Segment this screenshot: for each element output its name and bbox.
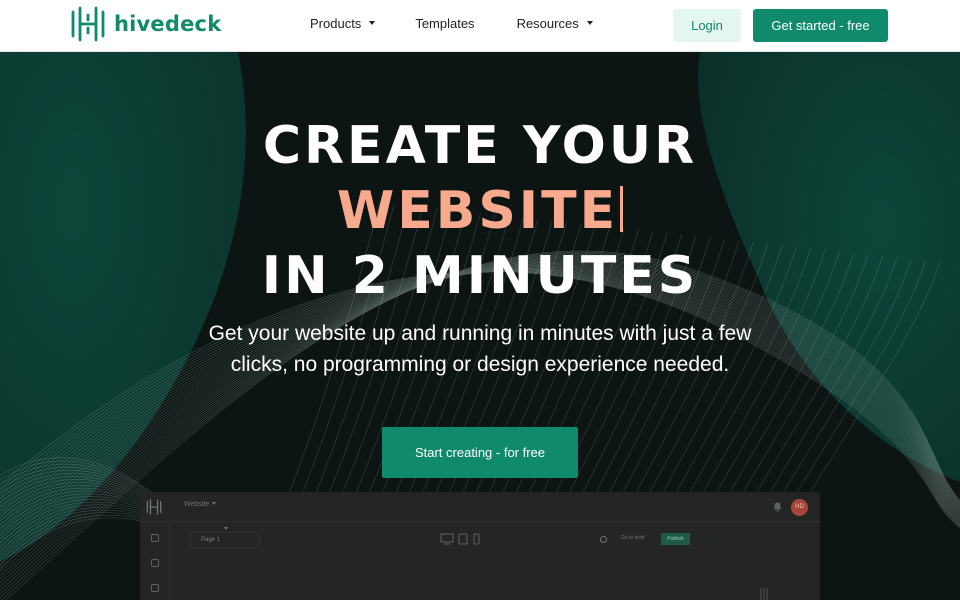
mobile-icon[interactable] [473, 533, 480, 545]
chevron-down-icon [586, 21, 593, 25]
globe-icon[interactable] [600, 536, 607, 543]
chevron-down-icon [212, 502, 217, 505]
hivedeck-logo-icon [71, 6, 105, 42]
hivedeck-logo-icon [146, 499, 162, 515]
nav-products-label: Products [310, 15, 362, 31]
preview-draft-link[interactable]: Go to draft [621, 535, 645, 541]
main-nav: Products Templates Resources [310, 0, 633, 46]
layers-icon[interactable] [151, 534, 159, 542]
preview-page-selector[interactable]: Page 1 [190, 532, 260, 548]
desktop-icon[interactable] [440, 533, 454, 545]
top-navbar: hivedeck Products Templates Resources Lo… [0, 0, 960, 52]
headline-accent-word: WEBSITE [336, 181, 619, 241]
headline-line-3: IN 2 MINUTES [261, 246, 699, 306]
grip-icon[interactable] [759, 588, 769, 600]
bell-icon[interactable] [773, 502, 782, 512]
start-creating-button[interactable]: Start creating - for free [382, 427, 578, 478]
brand-logo[interactable]: hivedeck [70, 6, 221, 42]
preview-site-selector[interactable]: Website [184, 501, 217, 508]
editor-preview: Website HD Page 1 Go to draft Publish [140, 492, 820, 600]
preview-topbar: Website HD [140, 492, 820, 522]
nav-resources-label: Resources [516, 15, 579, 31]
login-button[interactable]: Login [673, 9, 741, 42]
add-icon[interactable] [151, 559, 159, 567]
nav-templates[interactable]: Templates [415, 16, 474, 31]
nav-products[interactable]: Products [310, 15, 376, 31]
headline-line-2: WEBSITE [0, 179, 960, 244]
get-started-button[interactable]: Get started - free [753, 9, 888, 42]
chevron-down-icon [369, 21, 376, 25]
chevron-down-icon [224, 527, 228, 530]
hero-headline: CREATE YOUR WEBSITE IN 2 MINUTES [0, 114, 960, 309]
nav-templates-label: Templates [415, 15, 475, 31]
hero-subtitle: Get your website up and running in minut… [208, 322, 752, 376]
tablet-icon[interactable] [458, 533, 468, 545]
device-switcher [440, 533, 480, 545]
hero-section: CREATE YOUR WEBSITE IN 2 MINUTES Get you… [0, 52, 960, 600]
headline-line-1: CREATE YOUR [262, 116, 698, 176]
settings-icon[interactable] [151, 584, 159, 592]
preview-publish-button[interactable]: Publish [661, 533, 690, 545]
brand-name: hivedeck [114, 12, 222, 36]
typing-cursor [620, 186, 624, 232]
nav-resources[interactable]: Resources [517, 16, 593, 31]
avatar[interactable]: HD [791, 499, 808, 516]
preview-sidebar [140, 522, 170, 600]
preview-site-label: Website [184, 501, 210, 508]
